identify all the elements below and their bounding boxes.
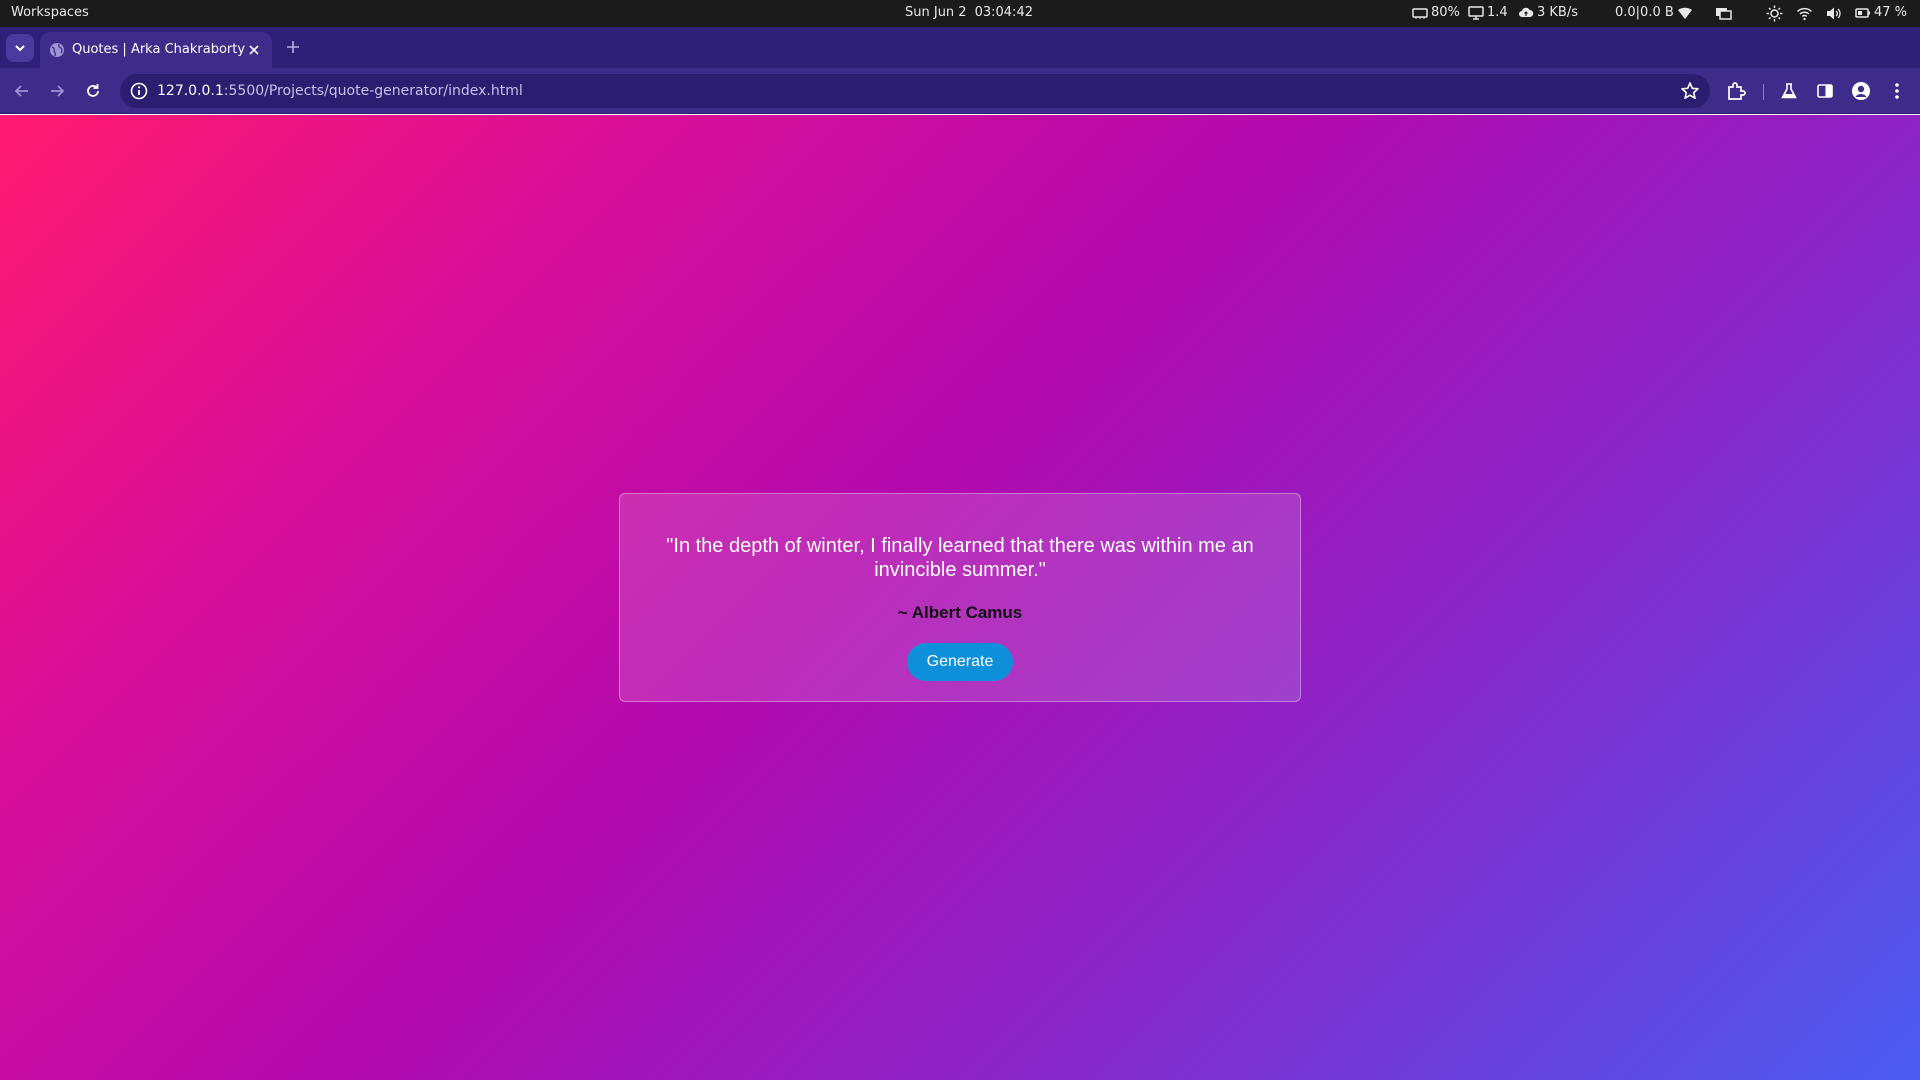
browser-menu-button[interactable] [1886,80,1908,102]
side-panel-icon [1817,84,1833,98]
browser-tab-active[interactable]: Quotes | Arka Chakraborty [40,32,272,68]
system-clock[interactable]: Sun Jun 2 03:04:42 [905,5,1033,20]
brightness-icon[interactable] [1766,5,1783,22]
avatar-icon [1852,82,1870,100]
back-button[interactable] [8,77,36,105]
bookmark-star-icon[interactable] [1680,81,1700,101]
tab-close-button[interactable] [244,40,264,60]
wifi-traffic-indicator: 0.0|0.0 B [1615,5,1693,20]
url-path: :5500/Projects/quote-generator/index.htm… [223,83,523,99]
toolbar-divider [1763,84,1764,100]
address-bar[interactable]: 127.0.0.1:5500/Projects/quote-generator/… [120,74,1710,108]
tab-title: Quotes | Arka Chakraborty [72,42,246,57]
browser-tab-strip: Quotes | Arka Chakraborty [0,27,1920,68]
page-viewport: "In the depth of winter, I finally learn… [0,115,1920,1080]
cpu-indicator: 1.4 [1468,5,1508,20]
arrow-right-icon [51,85,65,97]
display-switch-icon[interactable] [1715,5,1732,22]
profile-button[interactable] [1850,80,1872,102]
close-icon [249,45,259,55]
system-time: 03:04:42 [974,5,1033,20]
net-speed-value: 3 KB/s [1537,5,1578,20]
labs-button[interactable] [1778,80,1800,102]
cpu-value: 1.4 [1487,5,1508,20]
new-tab-button[interactable] [281,35,305,59]
reload-button[interactable] [79,77,107,105]
network-speed-indicator: 3 KB/s [1518,5,1578,20]
extensions-button[interactable] [1725,80,1747,102]
system-top-bar: Workspaces Sun Jun 2 03:04:42 80% 1.4 3 K… [0,0,1920,27]
memory-icon [1412,7,1428,19]
monitor-icon [1468,5,1484,20]
quote-text: "In the depth of winter, I finally learn… [666,535,1254,581]
plus-icon [287,41,299,53]
quote-card: "In the depth of winter, I finally learn… [619,493,1301,702]
side-panel-button[interactable] [1814,80,1836,102]
wifi-filled-icon [1677,7,1692,19]
volume-icon[interactable] [1825,5,1842,22]
arrow-left-icon [14,85,28,97]
battery-icon [1855,7,1870,18]
tab-search-button[interactable] [6,34,34,62]
system-date: Sun Jun 2 [905,5,967,20]
puzzle-icon [1728,82,1746,100]
forward-button[interactable] [43,77,71,105]
url-text[interactable]: 127.0.0.1:5500/Projects/quote-generator/… [157,83,523,99]
quote-author: ~ Albert Camus [897,603,1023,622]
info-icon[interactable] [130,82,148,100]
cloud-upload-icon [1519,7,1534,17]
ram-value: 80% [1431,5,1460,20]
wifi-traffic-value: 0.0|0.0 B [1615,5,1674,20]
url-host: 127.0.0.1 [157,83,224,99]
globe-icon [50,43,64,57]
flask-icon [1781,83,1797,99]
battery-value: 47 % [1874,5,1908,20]
reload-icon [87,84,99,97]
more-vertical-icon [1895,83,1899,99]
workspaces-label[interactable]: Workspaces [11,5,89,20]
battery-indicator[interactable]: 47 % [1855,5,1907,20]
browser-toolbar: 127.0.0.1:5500/Projects/quote-generator/… [0,68,1920,114]
generate-button[interactable]: Generate [907,643,1013,681]
chevron-down-icon [15,45,25,52]
wifi-icon[interactable] [1796,5,1813,22]
ram-indicator: 80% [1412,5,1460,20]
